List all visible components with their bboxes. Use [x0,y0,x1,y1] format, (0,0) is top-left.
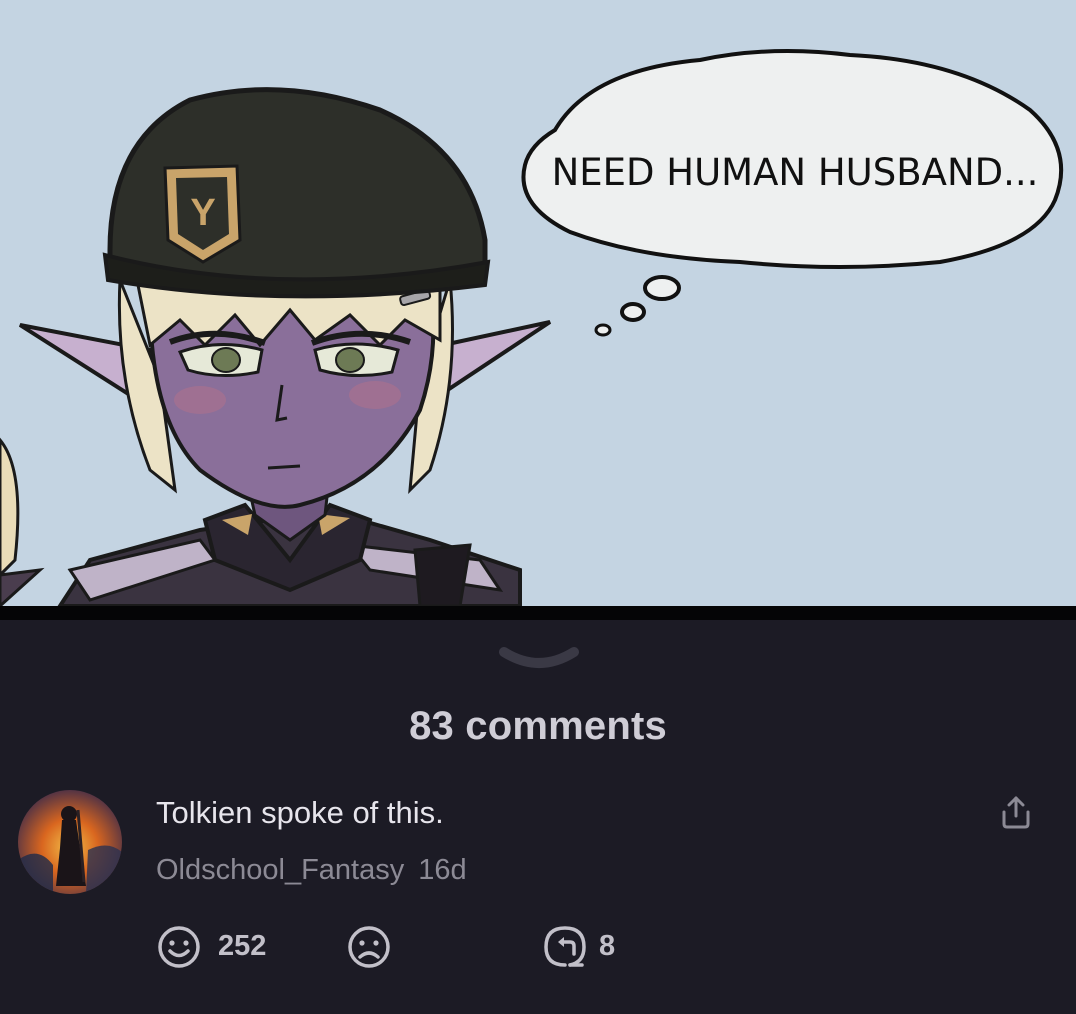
comic-image: Y NEED HUMAN HUSBAND... [0,0,1076,606]
comment-body: Tolkien spoke of this. [156,795,444,830]
chevron-down-icon[interactable] [498,646,580,676]
thought-bubble-text: NEED HUMAN HUSBAND... [552,151,1039,194]
reply-icon[interactable] [542,924,592,970]
avatar-image [18,790,122,894]
share-icon[interactable] [996,792,1036,832]
comment-time: 16d [418,854,467,886]
comic-illustration: Y NEED HUMAN HUSBAND... [0,49,1064,606]
comment-meta: Oldschool_Fantasy 16d [156,854,467,887]
upvote-count: 252 [218,930,267,962]
comment-username[interactable]: Oldschool_Fantasy [156,854,404,886]
avatar[interactable] [18,790,122,894]
comments-count-heading: 83 comments [409,704,667,748]
image-divider [0,606,1076,620]
app-root: Y NEED HUMAN HUSBAND... 83 comments Tolk… [0,0,1076,1014]
reply-count: 8 [599,930,616,962]
frown-icon[interactable] [346,924,392,970]
svg-text:Y: Y [190,192,215,234]
smile-icon[interactable] [156,924,202,970]
